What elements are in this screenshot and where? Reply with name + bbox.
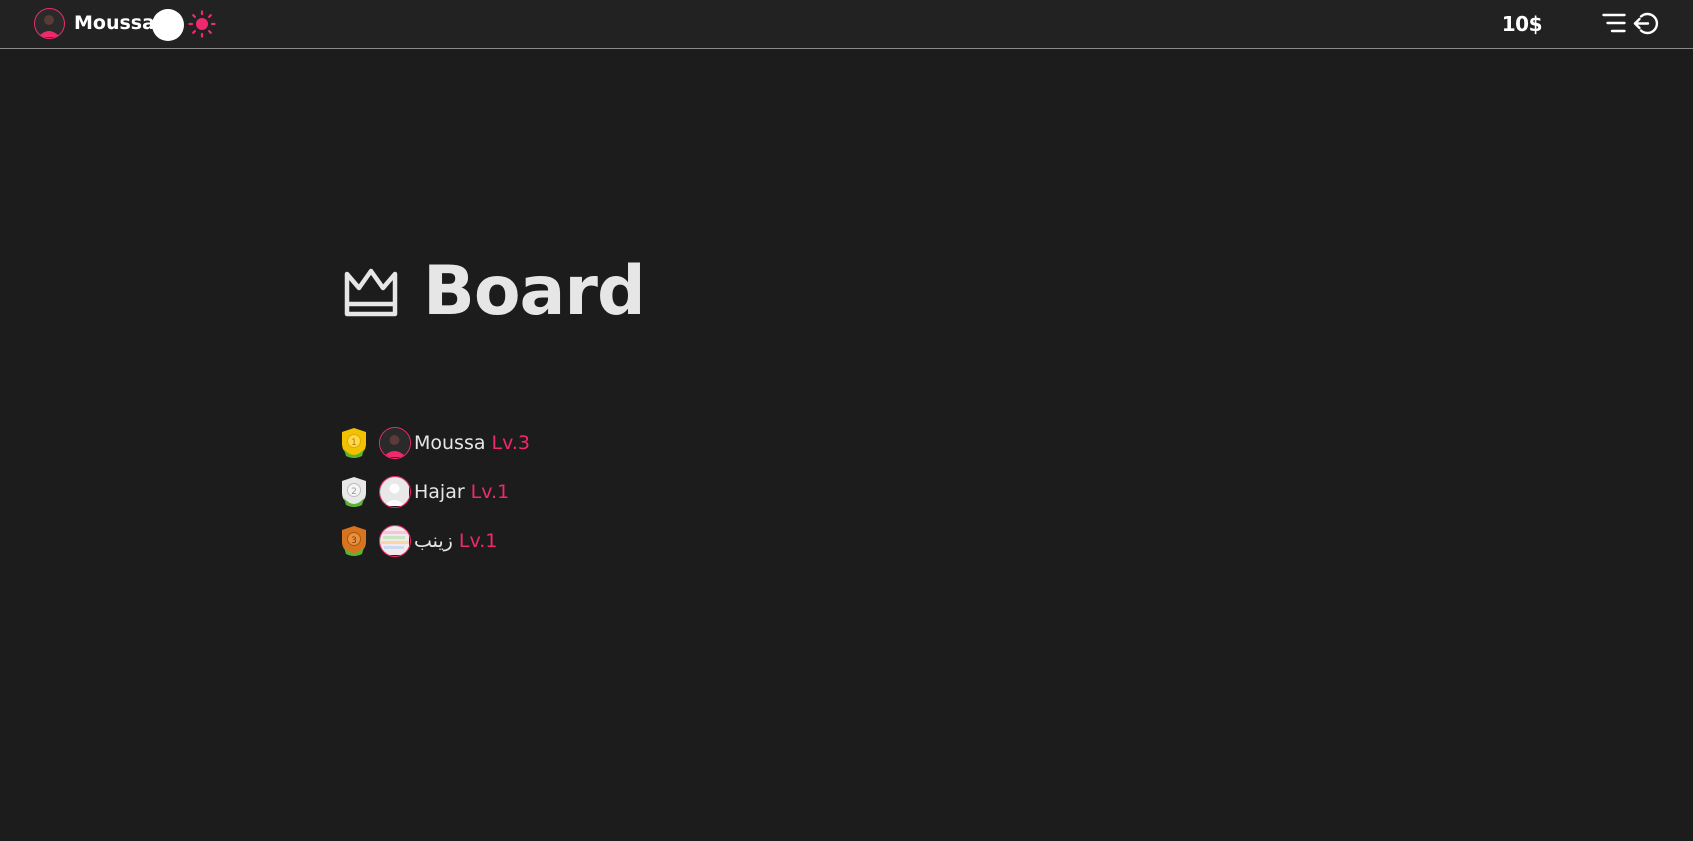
list-item[interactable]: 2 Hajar Lv.1 xyxy=(340,476,940,508)
menu-icon[interactable] xyxy=(1602,12,1626,34)
theme-toggle[interactable] xyxy=(152,9,184,41)
header-username: Moussa xyxy=(74,12,155,34)
player-level: Lv.1 xyxy=(470,481,510,503)
player-name: Hajar xyxy=(414,481,465,503)
crown-icon xyxy=(344,268,398,317)
avatar-image xyxy=(380,477,409,506)
gold-medal-icon: 1 xyxy=(342,428,366,458)
avatar-image xyxy=(380,428,409,457)
svg-text:2: 2 xyxy=(351,487,357,497)
player-name: Moussa xyxy=(414,432,486,454)
player-entry: زينب Lv.1 xyxy=(414,528,497,554)
avatar-image xyxy=(380,526,409,555)
svg-text:3: 3 xyxy=(351,536,357,546)
list-item[interactable]: 1 Moussa Lv.3 xyxy=(340,427,940,459)
avatar xyxy=(379,476,411,508)
player-level: Lv.1 xyxy=(458,530,498,552)
avatar xyxy=(379,427,411,459)
player-level: Lv.3 xyxy=(491,432,530,454)
balance-display: 10$ xyxy=(1501,12,1543,36)
player-entry: Moussa Lv.3 xyxy=(414,430,530,456)
list-item[interactable]: 3 زينب Lv.1 xyxy=(340,525,940,557)
top-navbar: Moussa 10$ xyxy=(0,0,1693,49)
page-title: Board xyxy=(423,252,646,331)
player-entry: Hajar Lv.1 xyxy=(414,479,509,505)
logout-icon[interactable] xyxy=(1632,10,1659,37)
user-avatar[interactable] xyxy=(34,8,65,39)
avatar-image xyxy=(38,15,60,37)
silver-medal-icon: 2 xyxy=(342,477,366,507)
avatar xyxy=(379,525,411,557)
bronze-medal-icon: 3 xyxy=(342,526,366,556)
leaderboard-list: 1 Moussa Lv.3 2 Hajar Lv.1 3 زينب Lv.1 xyxy=(340,427,940,574)
svg-text:1: 1 xyxy=(351,438,357,448)
player-name: زينب xyxy=(414,530,453,552)
sun-icon[interactable] xyxy=(188,10,216,38)
